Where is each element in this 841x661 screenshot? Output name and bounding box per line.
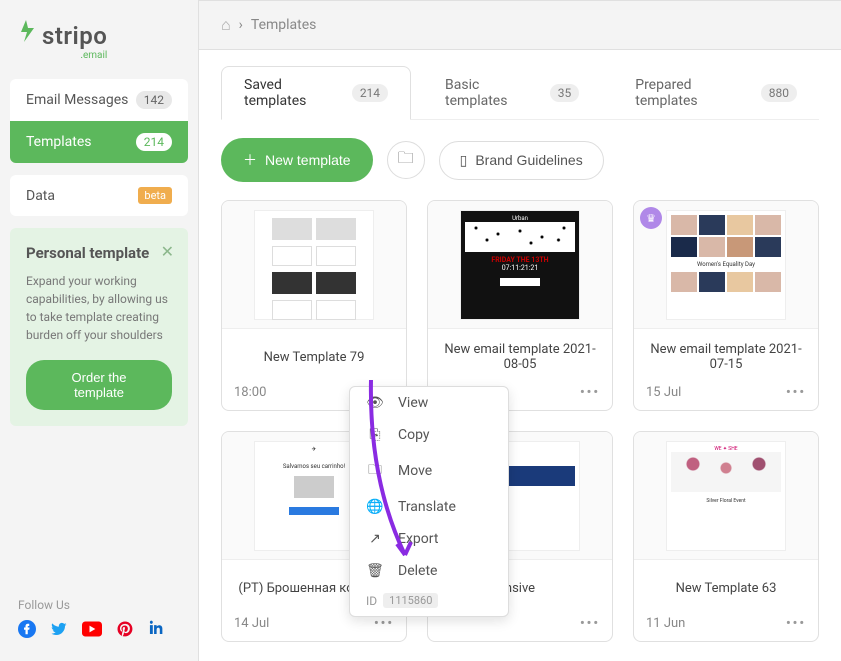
trash-icon: 🗑 [366,563,384,579]
template-thumbnail: ♛ Women's Equality Day [634,201,818,329]
breadcrumb: ⌂ › Templates [199,1,841,50]
copy-icon: ⎘ [366,427,384,443]
menu-item-view[interactable]: 👁View [350,387,508,419]
template-title: New Template 63 [634,560,818,610]
menu-item-translate[interactable]: 🌐Translate [350,491,508,523]
button-label: Brand Guidelines [475,152,582,168]
menu-item-move[interactable]: 🗀Move [350,451,508,491]
sidebar-item-count: 214 [136,133,172,151]
logo-text: stripo [42,22,107,50]
menu-item-export[interactable]: ↗Export [350,523,508,555]
folder-icon: 🗀 [366,459,384,483]
sidebar-item-label: Email Messages [26,92,128,108]
tab-label: Saved templates [244,77,342,109]
more-icon[interactable]: ••• [786,385,806,400]
tab-label: Prepared templates [635,77,751,109]
pinterest-icon[interactable] [116,620,134,643]
logo[interactable]: stripo .email [0,10,198,79]
more-icon[interactable]: ••• [580,616,600,631]
logo-subtext: .email [80,50,107,61]
more-icon[interactable]: ••• [374,616,394,631]
tab-saved-templates[interactable]: Saved templates 214 [221,66,411,120]
sidebar-item-label: Templates [26,134,92,150]
breadcrumb-current: Templates [251,17,317,33]
template-thumbnail [222,201,406,329]
tabs: Saved templates 214 Basic templates 35 P… [221,50,819,120]
template-date: 14 Jul [234,616,269,631]
tab-prepared-templates[interactable]: Prepared templates 880 [613,66,819,119]
order-template-button[interactable]: Order the template [26,360,172,410]
crown-icon: ♛ [640,207,662,229]
template-title: New email template 2021-08-05 [428,329,612,379]
more-icon[interactable]: ••• [580,385,600,400]
sidebar-item-count: 142 [136,91,172,109]
tab-count: 880 [761,84,797,102]
plus-icon: ＋ [243,150,257,170]
tab-count: 214 [352,84,388,102]
template-date: 18:00 [234,385,266,400]
sidebar-item-badge: beta [138,187,172,204]
template-title: New email template 2021-07-15 [634,329,818,379]
sidebar-item-data[interactable]: Data beta [10,175,188,216]
globe-icon: 🌐 [366,499,384,515]
eye-icon: 👁 [366,395,384,411]
close-icon[interactable]: ✕ [161,242,174,261]
template-title: New Template 79 [222,329,406,379]
sidebar-item-templates[interactable]: Templates 214 [10,121,188,163]
template-card[interactable]: New Template 79 18:00 ••• [221,200,407,411]
new-template-button[interactable]: ＋ New template [221,138,373,182]
brand-guidelines-button[interactable]: ▯ Brand Guidelines [439,141,604,180]
menu-item-delete[interactable]: 🗑Delete [350,555,508,587]
export-icon: ↗ [366,531,384,547]
new-folder-button[interactable]: 🗀 [387,141,425,179]
template-card[interactable]: ♛ Women's Equality Day New email templat… [633,200,819,411]
home-icon[interactable]: ⌂ [221,15,231,35]
brand-icon: ▯ [460,152,468,169]
tab-basic-templates[interactable]: Basic templates 35 [423,66,601,119]
promo-title: Personal template [26,244,172,262]
template-date: 11 Jun [646,616,685,631]
sidebar-item-label: Data [26,188,55,204]
twitter-icon[interactable] [50,620,68,643]
more-icon[interactable]: ••• [786,616,806,631]
facebook-icon[interactable] [18,620,36,643]
youtube-icon[interactable] [82,620,102,643]
template-date: 15 Jul [646,385,681,400]
button-label: New template [265,152,351,168]
tab-count: 35 [550,84,580,102]
template-thumbnail: UrbanFRIDAY THE 13TH07:11:21:21 [428,201,612,329]
template-thumbnail: WE ✦ SHESilver Floral Event [634,432,818,560]
context-menu: 👁View ⎘Copy 🗀Move 🌐Translate ↗Export 🗑De… [349,386,509,617]
folder-plus-icon: 🗀 [398,147,414,174]
linkedin-icon[interactable] [148,620,166,643]
logo-mark-icon [18,18,38,44]
follow-us-label: Follow Us [18,598,180,612]
tab-label: Basic templates [445,77,540,109]
menu-item-copy[interactable]: ⎘Copy [350,419,508,451]
chevron-right-icon: › [239,17,243,33]
template-card[interactable]: UrbanFRIDAY THE 13TH07:11:21:21 New emai… [427,200,613,411]
promo-panel: ✕ Personal template Expand your working … [10,228,188,426]
promo-text: Expand your working capabilities, by all… [26,272,172,344]
sidebar-item-email-messages[interactable]: Email Messages 142 [10,79,188,121]
template-card[interactable]: WE ✦ SHESilver Floral Event New Template… [633,431,819,642]
menu-id-row: ID1115860 [350,587,508,610]
